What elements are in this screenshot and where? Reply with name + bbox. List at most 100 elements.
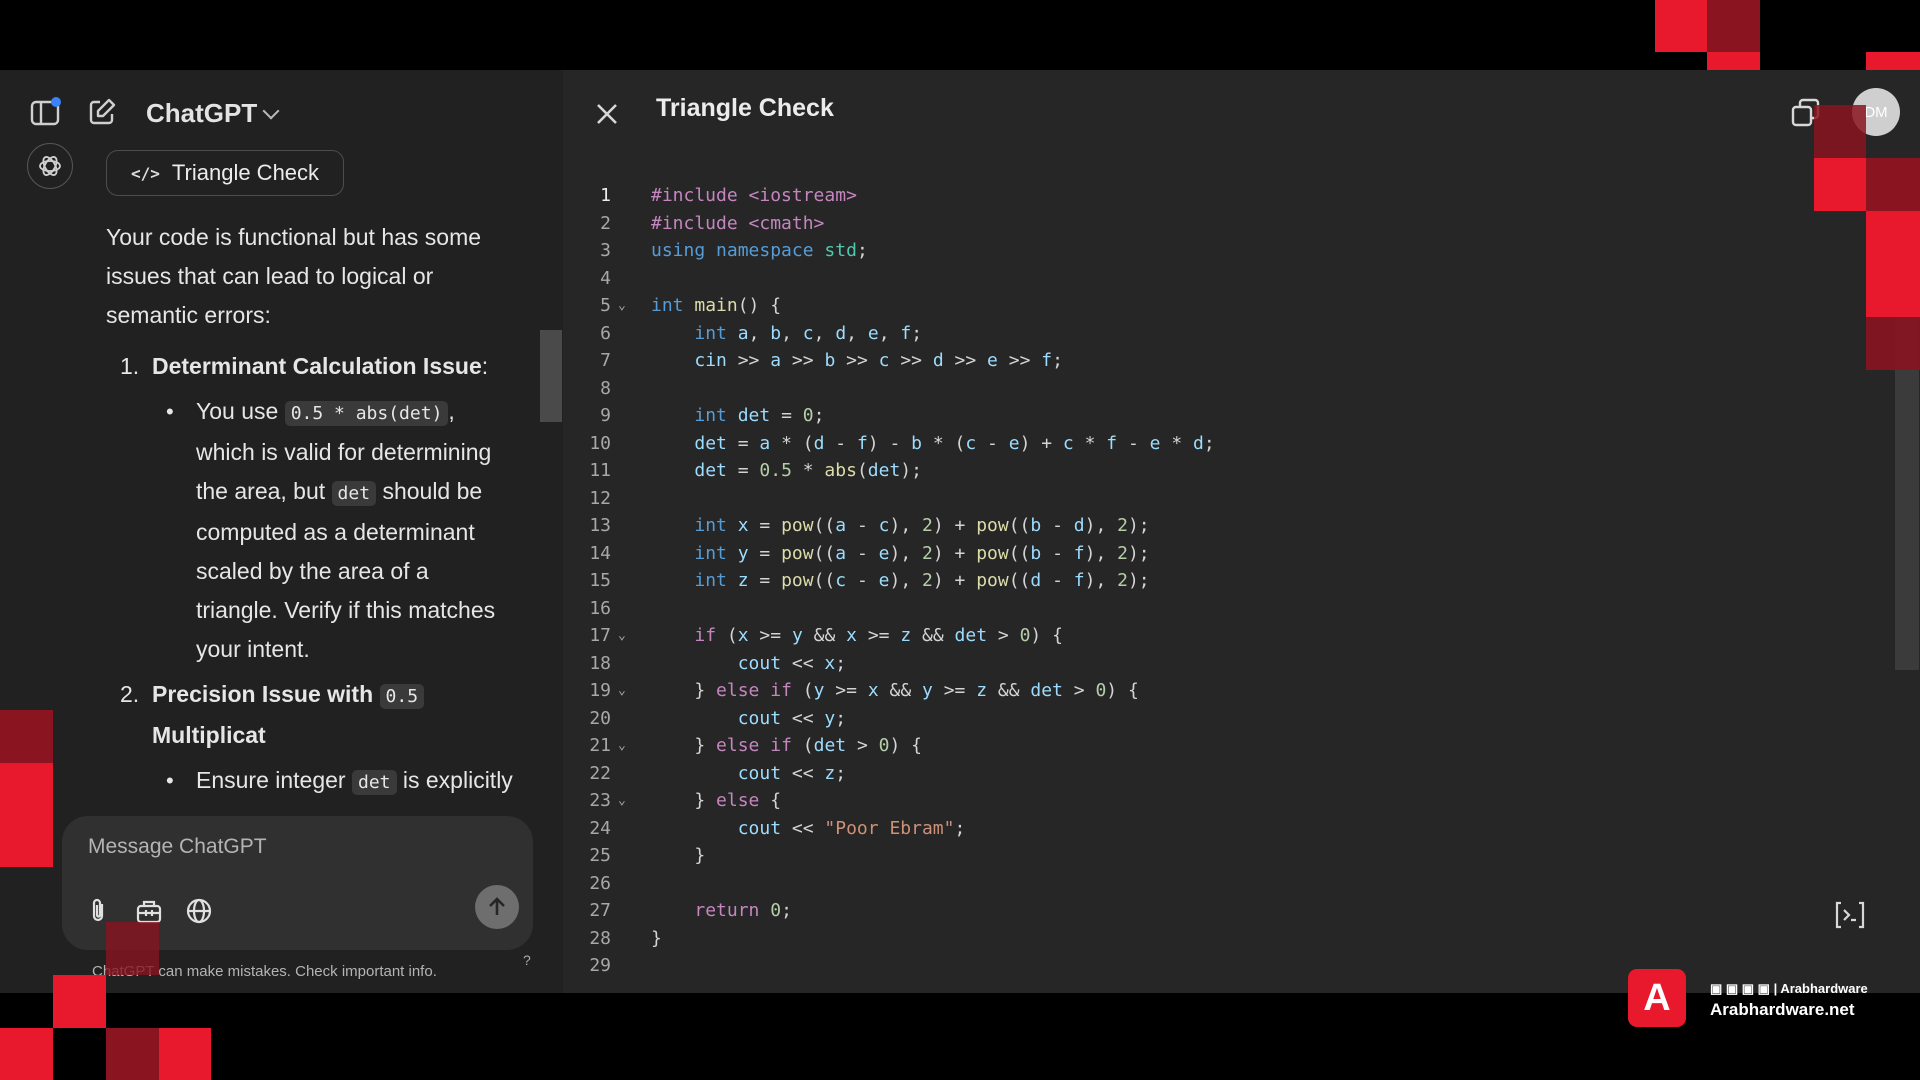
- line-number: 29: [589, 955, 611, 976]
- fold-chevron-icon[interactable]: ⌄: [618, 677, 626, 705]
- code-line[interactable]: 21 ⌄ } else if (det > 0) {: [563, 732, 1863, 760]
- list-item: 2. Precision Issue with 0.5 Multiplicat E…: [106, 675, 516, 802]
- code-text: } else if (y >= x && y >= z && det > 0) …: [651, 680, 1139, 701]
- chat-scrollbar[interactable]: [540, 330, 562, 422]
- decor-square: [1814, 105, 1866, 158]
- code-line[interactable]: 4: [563, 265, 1863, 293]
- send-button[interactable]: [475, 885, 519, 929]
- run-code-icon[interactable]: [1833, 900, 1867, 930]
- list-bullet: You use 0.5 * abs(det), which is valid f…: [106, 392, 516, 669]
- code-line[interactable]: 17 ⌄ if (x >= y && x >= z && det > 0) {: [563, 622, 1863, 650]
- decor-square: [159, 1028, 211, 1080]
- message-intro: Your code is functional but has some iss…: [106, 224, 482, 328]
- code-line[interactable]: 26: [563, 870, 1863, 898]
- code-line[interactable]: 2 #include <cmath>: [563, 210, 1863, 238]
- openai-logo-icon: [39, 156, 61, 176]
- code-line[interactable]: 25 }: [563, 842, 1863, 870]
- line-number: 2: [600, 212, 611, 234]
- decor-square: [106, 922, 159, 975]
- watermark-site: Arabhardware.net: [1710, 1000, 1855, 1019]
- code-text: int z = pow((c - e), 2) + pow((d - f), 2…: [694, 570, 1150, 591]
- code-text: #include <cmath>: [651, 212, 825, 234]
- code-text: cout << x;: [737, 652, 847, 674]
- code-text: det = a * (d - f) - b * (c - e) + c * f …: [694, 432, 1215, 454]
- code-editor[interactable]: 1 #include <iostream> 2 #include <cmath> 3 us…: [563, 182, 1863, 980]
- fold-chevron-icon[interactable]: ⌄: [618, 622, 626, 650]
- code-icon: </>: [131, 163, 160, 183]
- list-item-title-rest: Multiplicat: [152, 722, 266, 748]
- code-text: cout << z;: [737, 762, 847, 784]
- model-selector[interactable]: ChatGPT: [146, 98, 280, 129]
- inline-code: 0.5 * abs(det): [284, 401, 449, 426]
- code-line[interactable]: 19 ⌄ } else if (y >= x && y >= z && det >…: [563, 677, 1863, 705]
- fold-chevron-icon[interactable]: ⌄: [618, 787, 626, 815]
- bullet-text: Ensure integer: [196, 767, 352, 793]
- list-item-title: Precision Issue with: [152, 681, 380, 707]
- code-line[interactable]: 20 cout << y;: [563, 705, 1863, 733]
- decor-square: [1814, 158, 1866, 211]
- code-line[interactable]: 1 #include <iostream>: [563, 182, 1863, 210]
- line-number: 20: [589, 707, 611, 729]
- app-window: ChatGPT </> Triangle Check Your code is …: [0, 70, 1920, 993]
- code-line[interactable]: 23 ⌄ } else {: [563, 787, 1863, 815]
- decor-square: [0, 710, 53, 763]
- watermark-social-label: Arabhardware: [1780, 981, 1868, 996]
- help-button[interactable]: ?: [523, 952, 531, 968]
- code-text: int x = pow((a - c), 2) + pow((b - d), 2…: [694, 515, 1150, 536]
- code-line[interactable]: 16: [563, 595, 1863, 623]
- close-icon[interactable]: [593, 100, 621, 128]
- inline-code: 0.5: [379, 684, 425, 709]
- code-line[interactable]: 13 int x = pow((a - c), 2) + pow((b - d)…: [563, 512, 1863, 540]
- open-canvas-button[interactable]: </> Triangle Check: [106, 150, 344, 196]
- code-text: int main() {: [651, 295, 782, 316]
- title-suffix: :: [481, 353, 489, 379]
- code-line[interactable]: 10 det = a * (d - f) - b * (c - e) + c *…: [563, 430, 1863, 458]
- code-text: cout << y;: [737, 707, 847, 729]
- assistant-avatar: [27, 143, 73, 189]
- decor-square: [1655, 0, 1707, 52]
- code-line[interactable]: 15 int z = pow((c - e), 2) + pow((d - f)…: [563, 567, 1863, 595]
- code-line[interactable]: 27 return 0;: [563, 897, 1863, 925]
- line-number: 10: [589, 432, 611, 454]
- line-number: 25: [589, 845, 611, 866]
- code-line[interactable]: 9 int det = 0;: [563, 402, 1863, 430]
- code-line[interactable]: 11 det = 0.5 * abs(det);: [563, 457, 1863, 485]
- line-number: 18: [589, 652, 611, 674]
- code-text: if (x >= y && x >= z && det > 0) {: [694, 625, 1063, 646]
- fold-chevron-icon[interactable]: ⌄: [618, 292, 626, 320]
- code-line[interactable]: 3 using namespace std;: [563, 237, 1863, 265]
- code-line[interactable]: 28}: [563, 925, 1863, 953]
- code-line[interactable]: 5 ⌄ int main() {: [563, 292, 1863, 320]
- code-line[interactable]: 22 cout << z;: [563, 760, 1863, 788]
- globe-icon[interactable]: [184, 896, 214, 926]
- code-line[interactable]: 6 int a, b, c, d, e, f;: [563, 320, 1863, 348]
- line-number: 24: [589, 817, 611, 839]
- code-line[interactable]: 12: [563, 485, 1863, 513]
- list-item: 1. Determinant Calculation Issue: You us…: [106, 347, 516, 669]
- code-line[interactable]: 14 int y = pow((a - e), 2) + pow((b - f)…: [563, 540, 1863, 568]
- line-number: 11: [589, 460, 611, 481]
- list-number: 2.: [120, 681, 140, 707]
- code-text: det = 0.5 * abs(det);: [694, 460, 922, 481]
- canvas-chip-label: Triangle Check: [171, 160, 320, 185]
- watermark-social: ▣ ▣ ▣ ▣ | Arabhardware: [1710, 981, 1868, 996]
- decor-square: [1866, 317, 1920, 370]
- decor-square: [106, 1028, 159, 1080]
- line-number: 6: [600, 322, 611, 344]
- new-chat-icon[interactable]: [86, 96, 118, 128]
- line-number: 16: [589, 597, 611, 619]
- code-line[interactable]: 18 cout << x;: [563, 650, 1863, 678]
- code-line[interactable]: 7 cin >> a >> b >> c >> d >> e >> f;: [563, 347, 1863, 375]
- code-text: int det = 0;: [694, 405, 825, 426]
- line-number: 5: [600, 295, 611, 316]
- sidebar-toggle-icon[interactable]: [29, 96, 61, 128]
- code-text: } else if (det > 0) {: [651, 735, 922, 756]
- line-number: 21: [589, 735, 611, 756]
- chat-panel: ChatGPT </> Triangle Check Your code is …: [0, 70, 563, 993]
- line-number: 7: [600, 350, 611, 371]
- fold-chevron-icon[interactable]: ⌄: [618, 732, 626, 760]
- message-input[interactable]: [86, 826, 510, 868]
- code-line[interactable]: 24 cout << "Poor Ebram";: [563, 815, 1863, 843]
- code-text: return 0;: [694, 900, 792, 921]
- code-line[interactable]: 8: [563, 375, 1863, 403]
